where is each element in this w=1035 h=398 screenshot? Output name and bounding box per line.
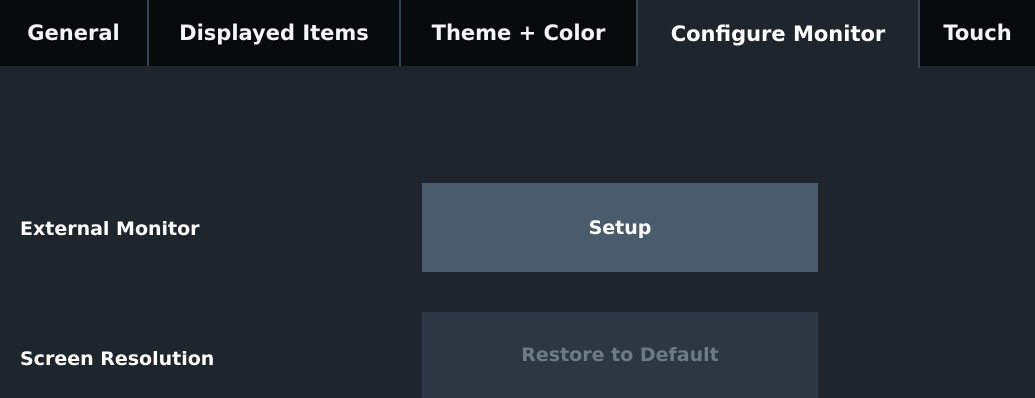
settings-tab-bar: General Displayed Items Theme + Color Co… [0, 0, 1035, 68]
restore-to-default-button[interactable]: Restore to Default [422, 312, 818, 398]
external-monitor-label: External Monitor [20, 218, 200, 240]
screen-resolution-label: Screen Resolution [20, 348, 215, 370]
tab-configure-monitor[interactable]: Configure Monitor [638, 0, 920, 68]
setup-button[interactable]: Setup [422, 183, 818, 272]
tab-touch[interactable]: Touch [920, 0, 1035, 66]
tab-general[interactable]: General [0, 0, 149, 66]
tab-theme-color[interactable]: Theme + Color [401, 0, 638, 66]
tab-displayed-items[interactable]: Displayed Items [149, 0, 401, 66]
